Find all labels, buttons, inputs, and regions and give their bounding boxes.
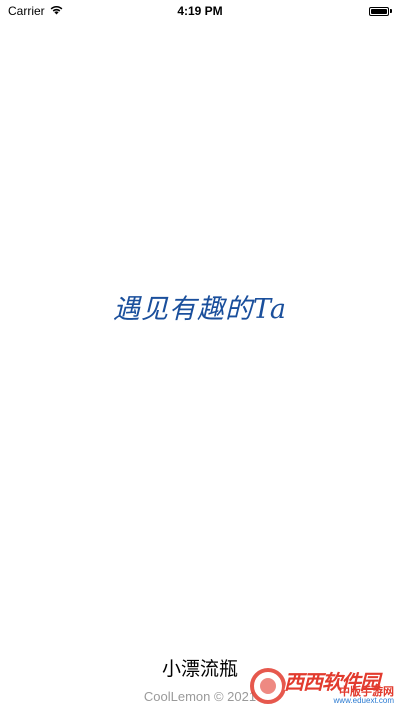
splash-screen: Carrier 4:19 PM 遇见有趣的Ta 小漂流瓶 CoolLemon ©… (0, 0, 400, 710)
copyright-text: CoolLemon © 2021 (143, 689, 257, 704)
status-time: 4:19 PM (177, 4, 223, 18)
wifi-icon (49, 4, 64, 18)
status-left: Carrier (8, 4, 64, 18)
app-name: 小漂流瓶 (161, 658, 238, 680)
splash-slogan: 遇见有趣的Ta (112, 294, 287, 325)
status-bar: Carrier 4:19 PM (0, 0, 400, 22)
carrier-label: Carrier (8, 4, 45, 18)
battery-icon (369, 6, 392, 16)
